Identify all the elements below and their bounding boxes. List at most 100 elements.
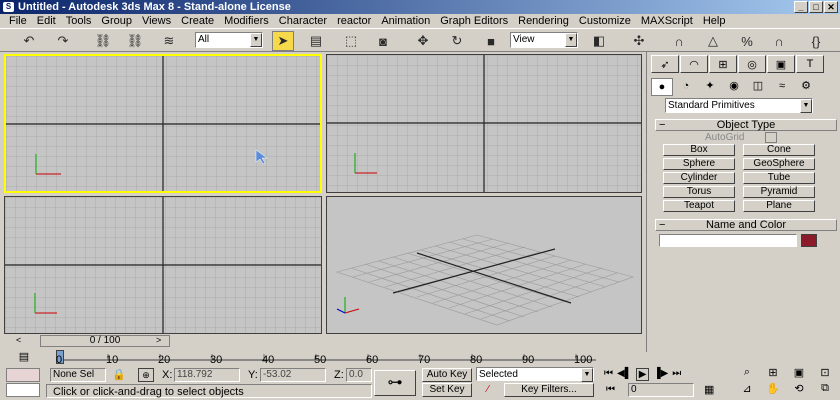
named-selection-sets-icon[interactable]: {}: [805, 31, 827, 51]
helpers-icon[interactable]: ◫: [747, 78, 769, 96]
default-in-out-tangent-icon[interactable]: ⁄: [478, 384, 498, 397]
angle-snap-icon[interactable]: △: [702, 31, 724, 51]
name-color-rollout-header[interactable]: − Name and Color: [655, 219, 837, 231]
modify-tab-icon[interactable]: ◠: [680, 55, 708, 73]
z-coord-field[interactable]: 0.0: [346, 368, 372, 382]
geometry-icon[interactable]: ●: [651, 78, 673, 96]
x-coord-field[interactable]: 118.792: [174, 368, 240, 382]
menu-tools[interactable]: Tools: [61, 14, 97, 28]
close-button[interactable]: ✕: [824, 1, 838, 13]
redo-icon[interactable]: ↷: [52, 31, 74, 51]
bind-to-space-warp-icon[interactable]: ≋: [158, 31, 180, 51]
key-mode-dropdown[interactable]: Selected ▼: [476, 367, 594, 382]
maximize-viewport-icon[interactable]: ⧉: [812, 382, 838, 398]
pan-icon[interactable]: ✋: [760, 382, 786, 398]
unlink-selection-icon[interactable]: ⛓: [124, 31, 146, 51]
viewport-left[interactable]: [4, 196, 322, 334]
selection-filter-dropdown[interactable]: All ▼: [195, 32, 263, 48]
display-tab-icon[interactable]: ▣: [767, 55, 795, 73]
tube-button[interactable]: Tube: [743, 172, 815, 184]
key-mode-toggle-icon[interactable]: ⏮: [606, 384, 615, 395]
menu-modifiers[interactable]: Modifiers: [219, 14, 274, 28]
cylinder-button[interactable]: Cylinder: [663, 172, 735, 184]
menu-views[interactable]: Views: [137, 14, 176, 28]
auto-key-button[interactable]: Auto Key: [422, 368, 472, 382]
box-button[interactable]: Box: [663, 144, 735, 156]
select-and-move-icon[interactable]: ✥: [412, 31, 434, 51]
rectangular-selection-icon[interactable]: ⬚: [340, 31, 362, 51]
menu-maxscript[interactable]: MAXScript: [636, 14, 698, 28]
key-filters-button[interactable]: Key Filters...: [504, 383, 594, 397]
maxscript-input-mini[interactable]: [6, 383, 40, 397]
menu-character[interactable]: Character: [274, 14, 332, 28]
viewport-front[interactable]: [326, 54, 642, 193]
object-color-swatch[interactable]: [801, 234, 817, 247]
pyramid-button[interactable]: Pyramid: [743, 186, 815, 198]
select-and-rotate-icon[interactable]: ↻: [446, 31, 468, 51]
field-of-view-icon[interactable]: ⊿: [734, 382, 760, 398]
set-key-button[interactable]: Set Key: [422, 383, 472, 397]
menu-edit[interactable]: Edit: [32, 14, 61, 28]
menu-animation[interactable]: Animation: [376, 14, 435, 28]
arc-rotate-icon[interactable]: ⟲: [786, 382, 812, 398]
reference-coord-dropdown[interactable]: View ▼: [510, 32, 578, 48]
percent-snap-icon[interactable]: %: [736, 31, 758, 51]
torus-button[interactable]: Torus: [663, 186, 735, 198]
pivot-center-icon[interactable]: ◧: [588, 31, 610, 51]
select-object-icon[interactable]: ➤: [272, 31, 294, 51]
menu-group[interactable]: Group: [96, 14, 137, 28]
absolute-mode-icon[interactable]: ⊕: [138, 368, 154, 382]
cone-button[interactable]: Cone: [743, 144, 815, 156]
object-name-input[interactable]: [659, 234, 797, 247]
play-icon[interactable]: ▶: [635, 368, 650, 381]
cameras-icon[interactable]: ◉: [723, 78, 745, 96]
lock-selection-icon[interactable]: 🔒: [112, 368, 126, 381]
menu-create[interactable]: Create: [176, 14, 219, 28]
autogrid-checkbox[interactable]: [765, 132, 777, 143]
maximize-button[interactable]: □: [809, 1, 823, 13]
menu-rendering[interactable]: Rendering: [513, 14, 574, 28]
menu-reactor[interactable]: reactor: [332, 14, 376, 28]
select-manipulate-icon[interactable]: ✣: [628, 31, 650, 51]
hierarchy-tab-icon[interactable]: ⊞: [709, 55, 737, 73]
menu-customize[interactable]: Customize: [574, 14, 636, 28]
object-type-rollout-header[interactable]: − Object Type: [655, 119, 837, 131]
goto-end-icon[interactable]: ⏭: [672, 368, 681, 381]
menu-file[interactable]: File: [4, 14, 32, 28]
create-tab-icon[interactable]: ➶: [651, 55, 679, 73]
shapes-icon[interactable]: ◔: [675, 78, 697, 96]
zoom-all-icon[interactable]: ⊞: [760, 366, 786, 382]
viewport-perspective[interactable]: [326, 196, 642, 334]
geosphere-button[interactable]: GeoSphere: [743, 158, 815, 170]
primitive-category-dropdown[interactable]: Standard Primitives ▼: [665, 98, 813, 113]
current-frame-field[interactable]: 0: [628, 383, 694, 397]
menu-help[interactable]: Help: [698, 14, 731, 28]
teapot-button[interactable]: Teapot: [663, 200, 735, 212]
timeline-prev-button[interactable]: <: [16, 335, 21, 345]
select-by-name-icon[interactable]: ▤: [305, 31, 327, 51]
spinner-snap-icon[interactable]: ∩: [768, 31, 790, 51]
sphere-button[interactable]: Sphere: [663, 158, 735, 170]
goto-start-icon[interactable]: ⏮: [604, 368, 613, 381]
window-crossing-icon[interactable]: ◙: [372, 31, 394, 51]
plane-button[interactable]: Plane: [743, 200, 815, 212]
systems-icon[interactable]: ⚙: [795, 78, 817, 96]
zoom-extents-all-icon[interactable]: ⊡: [812, 366, 838, 382]
next-frame-icon[interactable]: ▐▶: [653, 368, 668, 381]
zoom-extents-icon[interactable]: ▣: [786, 366, 812, 382]
snap-toggle-icon[interactable]: ∩: [668, 31, 690, 51]
y-coord-field[interactable]: -53.02: [260, 368, 326, 382]
viewport-top[interactable]: [4, 54, 322, 193]
prev-frame-icon[interactable]: ◀▌: [617, 368, 632, 381]
utilities-tab-icon[interactable]: T: [796, 55, 824, 73]
space-warps-icon[interactable]: ≈: [771, 78, 793, 96]
minimize-button[interactable]: _: [794, 1, 808, 13]
zoom-icon[interactable]: ⌕: [734, 366, 760, 382]
time-config-icon[interactable]: ▦: [704, 383, 714, 396]
select-and-scale-icon[interactable]: ■: [480, 31, 502, 51]
timeline-next-button[interactable]: >: [156, 335, 161, 345]
lights-icon[interactable]: ✦: [699, 78, 721, 96]
key-icon[interactable]: ⊶: [374, 370, 416, 396]
undo-icon[interactable]: ↶: [18, 31, 40, 51]
select-and-link-icon[interactable]: ⛓: [92, 31, 114, 51]
